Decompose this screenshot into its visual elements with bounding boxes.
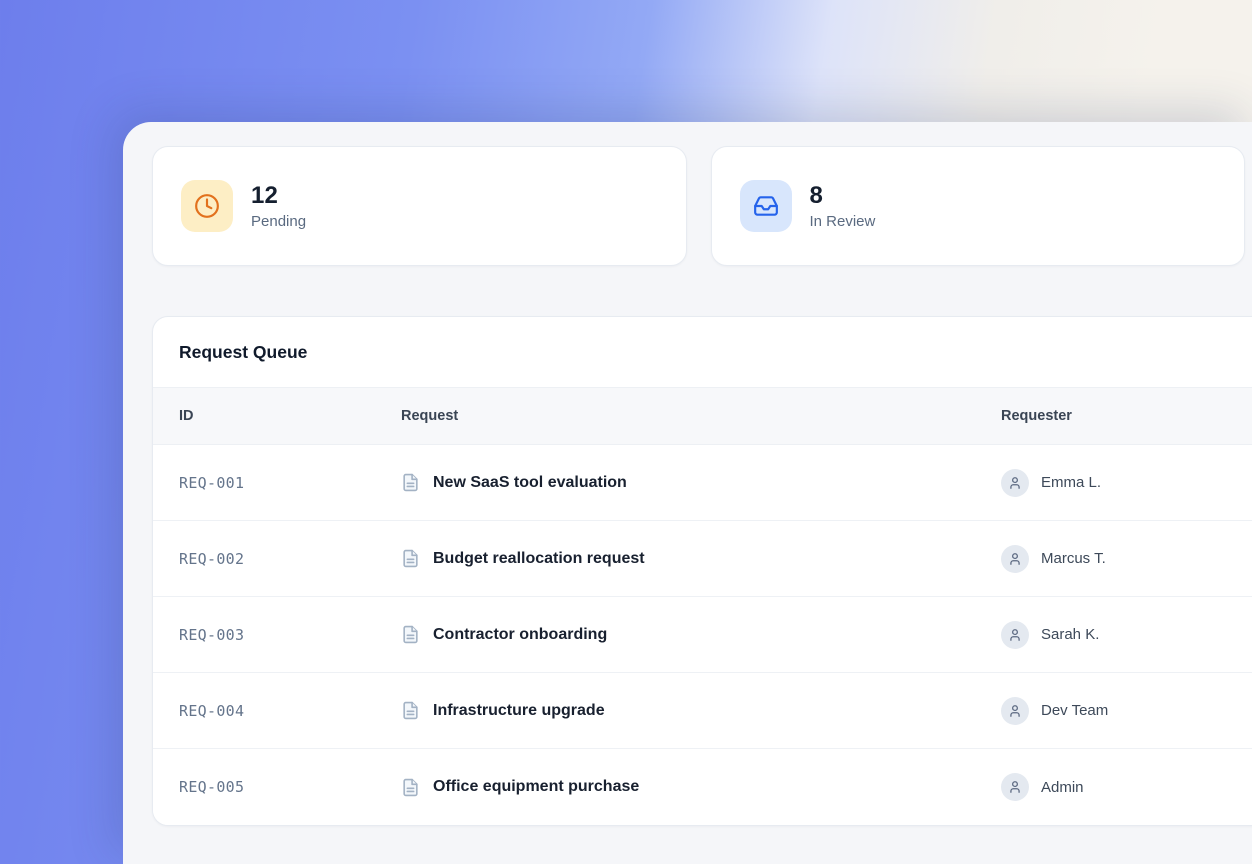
request-id: REQ-003 (179, 626, 401, 644)
table-header-row: ID Request Requester (153, 387, 1252, 445)
avatar (1001, 545, 1029, 573)
stat-text: 8 In Review (810, 182, 876, 231)
document-icon (401, 625, 420, 644)
avatar (1001, 621, 1029, 649)
requester-name: Emma L. (1041, 474, 1101, 491)
request-id: REQ-004 (179, 702, 401, 720)
avatar (1001, 697, 1029, 725)
main-panel: 12 Pending 8 In Review Request Queue ID … (123, 122, 1252, 864)
clock-icon (181, 180, 233, 232)
requester-name: Marcus T. (1041, 550, 1106, 567)
stat-text: 12 Pending (251, 182, 306, 231)
request-title: Office equipment purchase (433, 778, 639, 796)
requester-cell: Dev Team (1001, 697, 1252, 725)
request-id: REQ-002 (179, 550, 401, 568)
requester-name: Admin (1041, 779, 1084, 796)
requester-cell: Sarah K. (1001, 621, 1252, 649)
avatar (1001, 469, 1029, 497)
document-icon (401, 549, 420, 568)
requester-cell: Emma L. (1001, 469, 1252, 497)
request-id: REQ-001 (179, 474, 401, 492)
page-title: Request Queue (153, 317, 1252, 387)
stat-value-in-review: 8 (810, 182, 876, 211)
document-icon (401, 701, 420, 720)
request-cell: Budget reallocation request (401, 549, 1001, 568)
stat-label-in-review: In Review (810, 213, 876, 230)
requester-cell: Admin (1001, 773, 1252, 801)
stat-label-pending: Pending (251, 213, 306, 230)
request-id: REQ-005 (179, 778, 401, 796)
app-background: { "stats": [ { "value": "12", "label": "… (0, 0, 1252, 864)
request-title: New SaaS tool evaluation (433, 474, 627, 492)
request-cell: Office equipment purchase (401, 778, 1001, 797)
request-cell: Infrastructure upgrade (401, 701, 1001, 720)
stats-row: 12 Pending 8 In Review (152, 146, 1245, 266)
request-title: Contractor onboarding (433, 626, 607, 644)
column-header-id: ID (179, 408, 401, 424)
requester-name: Sarah K. (1041, 626, 1099, 643)
stat-value-pending: 12 (251, 182, 306, 211)
requester-name: Dev Team (1041, 702, 1108, 719)
request-queue-card: Request Queue ID Request Requester REQ-0… (152, 316, 1252, 826)
table-row[interactable]: REQ-005 Office equipment purchase Admin (153, 749, 1252, 825)
request-title: Infrastructure upgrade (433, 702, 605, 720)
request-cell: New SaaS tool evaluation (401, 473, 1001, 492)
stat-card-pending: 12 Pending (152, 146, 687, 266)
table-row[interactable]: REQ-002 Budget reallocation request Marc… (153, 521, 1252, 597)
column-header-request: Request (401, 408, 1001, 424)
table-row[interactable]: REQ-001 New SaaS tool evaluation Emma L. (153, 445, 1252, 521)
request-cell: Contractor onboarding (401, 625, 1001, 644)
stat-card-in-review: 8 In Review (711, 146, 1246, 266)
request-title: Budget reallocation request (433, 550, 645, 568)
document-icon (401, 473, 420, 492)
requester-cell: Marcus T. (1001, 545, 1252, 573)
table-row[interactable]: REQ-003 Contractor onboarding Sarah K. (153, 597, 1252, 673)
table-row[interactable]: REQ-004 Infrastructure upgrade Dev Team (153, 673, 1252, 749)
inbox-icon (740, 180, 792, 232)
column-header-requester: Requester (1001, 408, 1252, 424)
avatar (1001, 773, 1029, 801)
document-icon (401, 778, 420, 797)
